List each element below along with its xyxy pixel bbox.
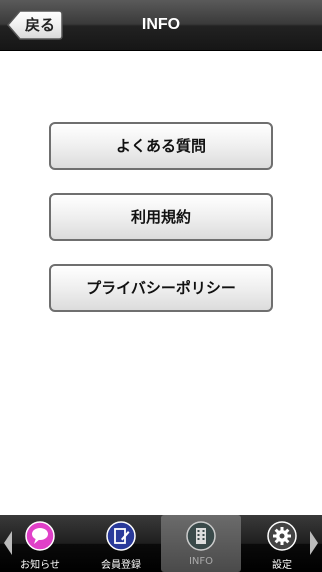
- navigation-bar: INFO 戻る: [0, 0, 322, 51]
- tab-register[interactable]: 会員登録: [81, 515, 161, 572]
- tab-info[interactable]: INFO: [161, 515, 241, 572]
- tab-bar: お知らせ 会員登録 INFO 設定: [0, 515, 322, 572]
- gear-icon: [267, 521, 297, 551]
- speech-bubble-icon: [25, 521, 55, 551]
- tab-news-label: お知らせ: [20, 560, 60, 571]
- tab-settings[interactable]: 設定: [242, 515, 322, 572]
- tab-news[interactable]: お知らせ: [0, 515, 80, 572]
- faq-button[interactable]: よくある質問: [49, 122, 273, 170]
- terms-button[interactable]: 利用規約: [49, 193, 273, 241]
- tab-info-label: INFO: [188, 556, 214, 567]
- edit-document-icon: [106, 521, 136, 551]
- tab-register-label: 会員登録: [101, 560, 141, 571]
- back-button[interactable]: 戻る: [6, 9, 63, 41]
- back-button-label: 戻る: [24, 16, 55, 34]
- privacy-policy-button[interactable]: プライバシーポリシー: [49, 264, 273, 312]
- building-icon: [186, 521, 216, 551]
- tab-settings-label: 設定: [272, 560, 292, 571]
